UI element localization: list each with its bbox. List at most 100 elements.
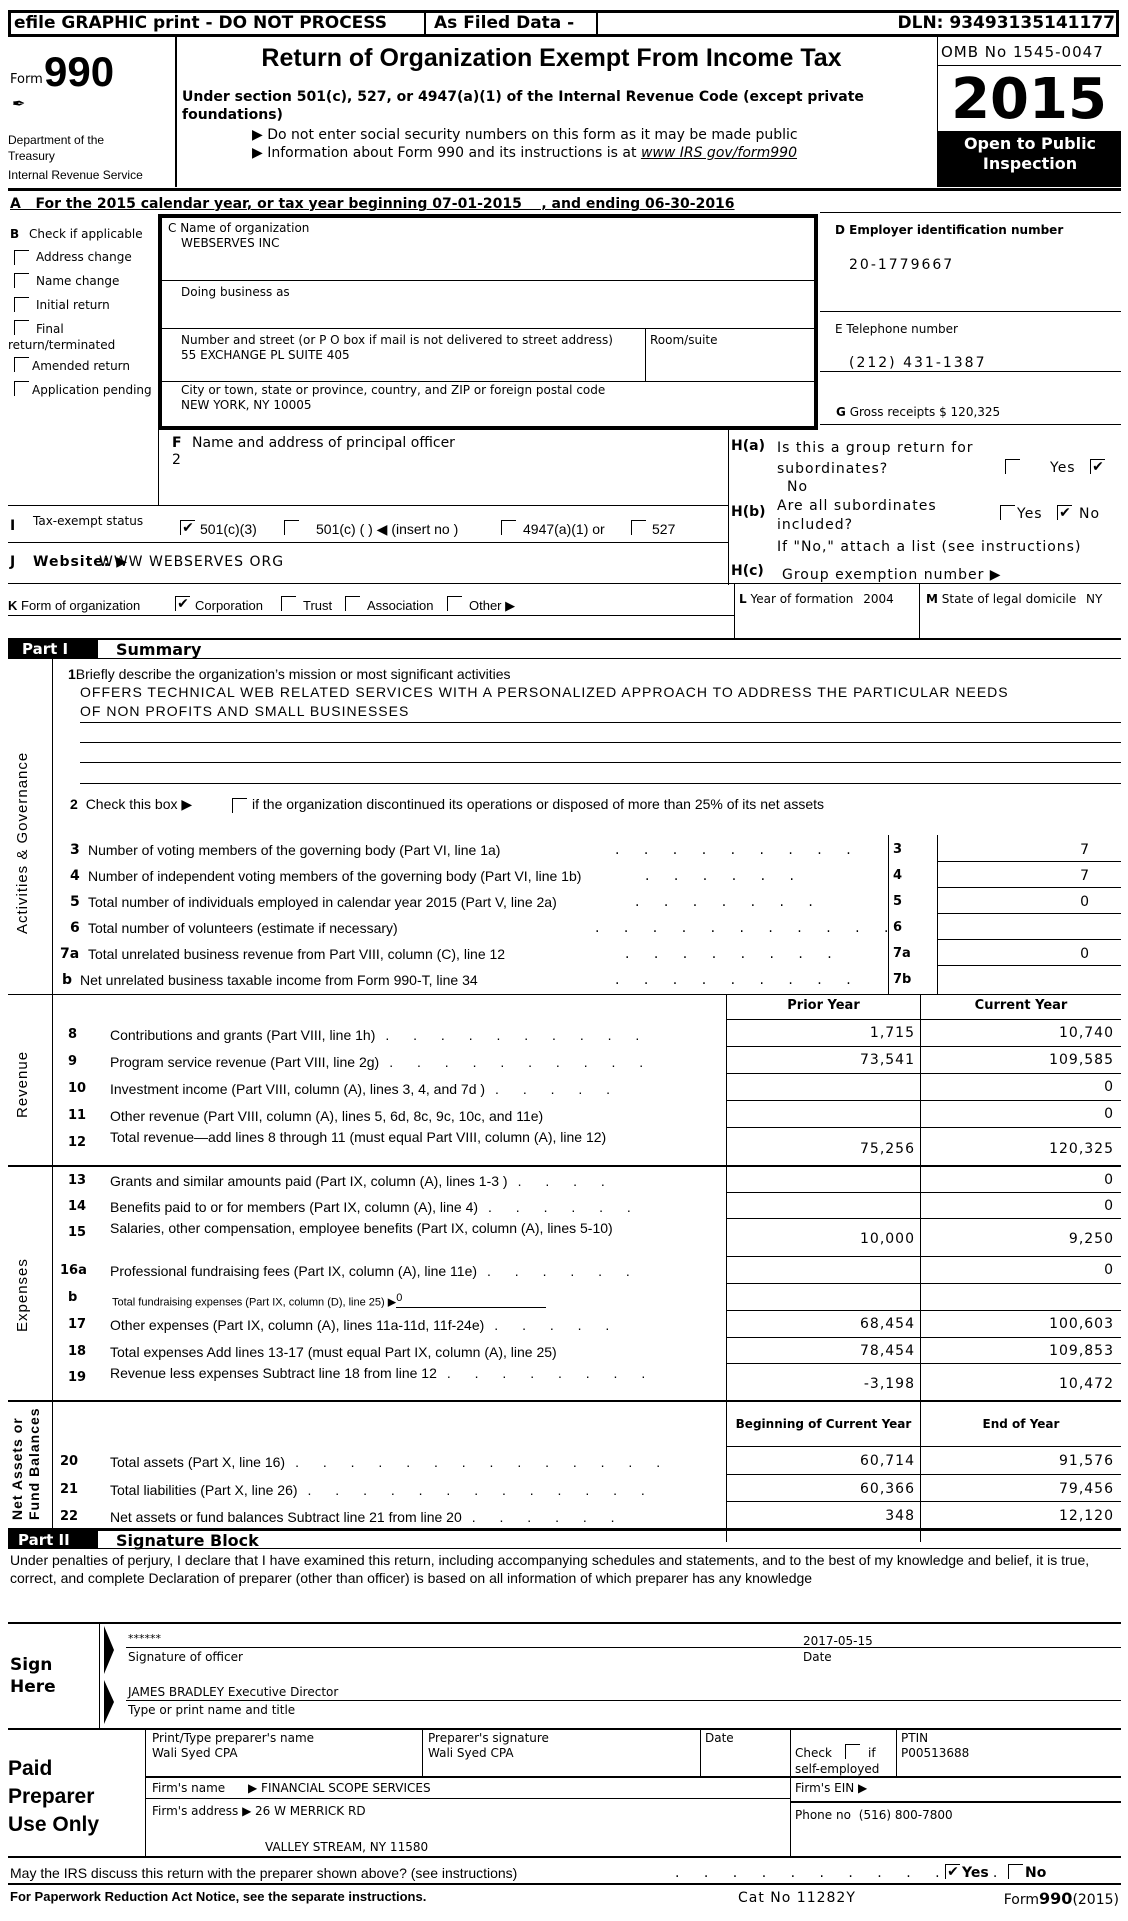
section-f-label: Name and address of principal officer — [192, 435, 455, 451]
other-checkbox[interactable] — [447, 596, 462, 611]
ha-question: Is this a group return for subordinates? — [777, 440, 974, 477]
name-title-label: Type or print name and title — [128, 1703, 296, 1717]
4947a1-checkbox[interactable] — [501, 520, 516, 535]
line1-label: 1Briefly describe the organization’s mis… — [68, 666, 511, 682]
application-pending-checkbox[interactable] — [14, 381, 29, 396]
initial-return-checkbox[interactable] — [14, 297, 29, 312]
net-begin-value: 60,366 — [860, 1481, 915, 1497]
association-checkbox[interactable] — [345, 596, 360, 611]
org-name-value: WEBSERVES INC — [181, 236, 280, 250]
check-if-applicable-title: B Check if applicable — [10, 227, 143, 241]
row-divider — [726, 1283, 1121, 1284]
gov-line-value: 7 — [1080, 842, 1090, 858]
discontinued-operations-checkbox[interactable] — [232, 798, 247, 813]
gov-line-label: Total number of individuals employed in … — [88, 894, 557, 910]
website-value[interactable]: WWW WEBSERVES ORG — [99, 554, 284, 570]
discuss-yes-checkbox[interactable]: ✔ — [945, 1864, 960, 1880]
row-divider — [726, 1337, 1121, 1338]
expense-line-number: 13 — [68, 1173, 87, 1188]
revenue-current-value: 120,325 — [1049, 1141, 1114, 1157]
expense-prior-value: 68,454 — [860, 1316, 915, 1332]
501c-checkbox[interactable] — [284, 520, 299, 535]
name-change-checkbox[interactable] — [14, 273, 29, 288]
section-b-letter: B — [10, 227, 20, 241]
paid-preparer-label-1: Paid — [8, 1757, 53, 1780]
gov-line-number: 4 — [70, 868, 80, 884]
net-line-dots: . . . . . . . . . . . . . . — [295, 1454, 671, 1470]
expense-current-value: 0 — [1104, 1172, 1114, 1188]
amended-return-checkbox[interactable] — [14, 357, 29, 372]
tax-year: 2015 — [951, 67, 1107, 132]
gov-line-dots: . . . . . . . . . . . — [595, 920, 899, 936]
irs-link[interactable]: www IRS gov/form990 — [641, 145, 797, 161]
state-of-domicile: M State of legal domicile NY — [926, 592, 1102, 606]
501c3-label: 501(c)(3) — [200, 521, 257, 537]
section-i-letter: I — [10, 518, 16, 534]
room-suite-label: Room/suite — [650, 333, 718, 347]
city-label: City or town, state or province, country… — [181, 383, 606, 397]
net-line-text: Net assets or fund balances Subtract lin… — [110, 1509, 462, 1525]
mission-line-2: OF NON PROFITS AND SMALL BUSINESSES — [80, 703, 410, 719]
row-divider — [726, 1218, 1121, 1219]
revenue-line-text: Contributions and grants (Part VIII, lin… — [110, 1027, 376, 1043]
line2-pre: Check this box ▶ — [85, 796, 193, 812]
expense-line-text: Salaries, other compensation, employee b… — [110, 1220, 613, 1236]
net-line-number: 22 — [60, 1509, 79, 1524]
gov-line-box: 4 — [893, 868, 903, 883]
row-divider — [938, 965, 1121, 966]
footer-form-number: 990 — [1039, 1889, 1073, 1908]
corporation-checkbox[interactable]: ✔ — [175, 596, 190, 612]
discuss-no-checkbox[interactable] — [1008, 1864, 1023, 1879]
hc-label: H(c) — [731, 563, 764, 579]
gross-receipts-letter: G — [836, 405, 846, 419]
hb-no-checkbox[interactable]: ✔ — [1057, 505, 1072, 521]
trust-label: Trust — [303, 598, 333, 613]
officer-signature: ****** — [128, 1632, 161, 1645]
net-end-value: 91,576 — [1059, 1453, 1114, 1469]
net-begin-value: 348 — [885, 1508, 915, 1524]
expense-line-text: Total expenses Add lines 13-17 (must equ… — [110, 1344, 557, 1360]
section-k-letter: K — [8, 598, 18, 613]
gov-line-box: 3 — [893, 842, 903, 857]
revenue-line-dots: . . . . . . . . . . — [389, 1054, 654, 1070]
part1-title: Summary — [116, 640, 202, 659]
footer-form-year: (2015) — [1072, 1892, 1119, 1908]
ein-label: D Employer identification number — [835, 223, 1064, 237]
revenue-line-number: 8 — [68, 1027, 78, 1042]
section-f-letter: F — [172, 435, 182, 451]
preparer-date-label: Date — [705, 1731, 734, 1745]
hb-yes-label: Yes — [1017, 506, 1043, 522]
perjury-declaration: Under penalties of perjury, I declare th… — [10, 1552, 1090, 1586]
expense-current-value: 9,250 — [1068, 1231, 1114, 1247]
revenue-line-label: Other revenue (Part VIII, column (A), li… — [110, 1108, 725, 1125]
line2: 2 Check this box ▶ — [70, 796, 192, 813]
line2-text: if the organization discontinued its ope… — [252, 796, 825, 812]
officer-name: JAMES BRADLEY Executive Director — [128, 1685, 339, 1699]
open-to-public-label: Open to Public Inspection — [963, 134, 1097, 173]
form-of-organization: K Form of organization — [8, 598, 140, 613]
expense-line-dots: . . . . . . . . — [446, 1365, 656, 1381]
amended-return-label: Amended return — [32, 359, 131, 373]
ha-yes-label: Yes — [1050, 460, 1076, 476]
501c3-checkbox[interactable]: ✔ — [180, 520, 195, 536]
gov-line-box: 7b — [893, 972, 912, 987]
row-divider — [726, 1474, 1121, 1475]
self-employed-if-label: if — [868, 1746, 876, 1760]
row-divider — [726, 1363, 1121, 1364]
self-employed-checkbox[interactable] — [845, 1744, 860, 1759]
trust-checkbox[interactable] — [281, 596, 296, 611]
hb-yes-checkbox[interactable] — [1000, 505, 1015, 520]
form-title: Return of Organization Exempt From Incom… — [261, 44, 842, 72]
expense-line-label: Other expenses (Part IX, column (A), lin… — [110, 1317, 725, 1334]
ha-yes-checkbox[interactable] — [1005, 459, 1020, 474]
527-checkbox[interactable] — [631, 520, 646, 535]
ha-no-checkbox[interactable]: ✔ — [1090, 459, 1105, 475]
as-filed-label: As Filed Data - — [434, 13, 575, 33]
address-change-checkbox[interactable] — [14, 250, 29, 265]
row-divider — [938, 913, 1121, 914]
irs-label: Internal Revenue Service — [8, 168, 143, 182]
tax-year-line: A For the 2015 calendar year, or tax yea… — [10, 196, 735, 212]
fundraising-total-value: 0 — [396, 1290, 547, 1308]
revenue-line-number: 11 — [68, 1108, 87, 1123]
revenue-current-value: 0 — [1104, 1079, 1114, 1095]
